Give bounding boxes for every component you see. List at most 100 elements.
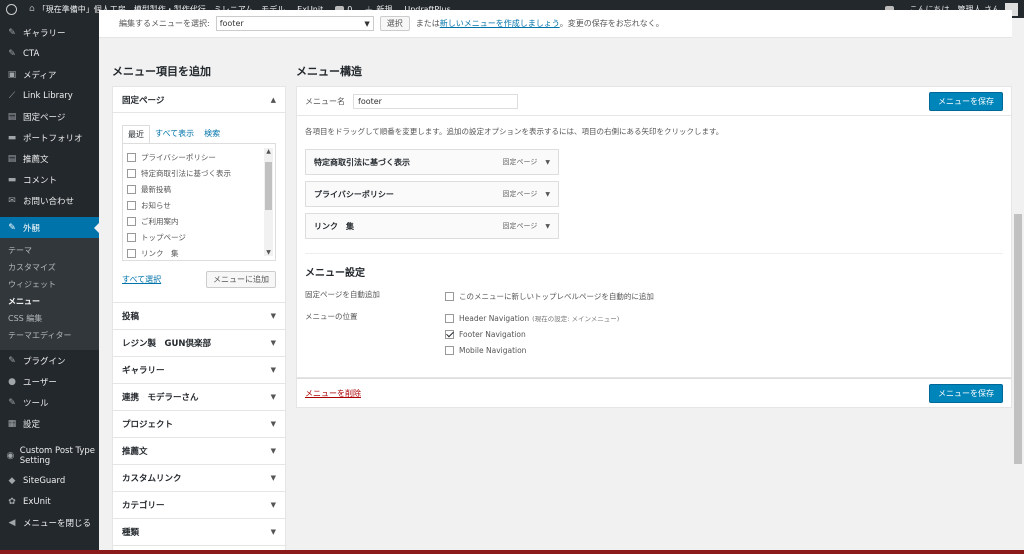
sidebar-item[interactable]: ✎ ツール: [0, 392, 99, 413]
submenu-item[interactable]: メニュー: [0, 293, 99, 310]
accordion-header[interactable]: カテゴリー ▼: [112, 492, 286, 519]
accordion-title: 投稿: [122, 312, 140, 322]
chevron-down-icon[interactable]: ▼: [545, 159, 550, 166]
sidebar-item-appearance[interactable]: ✎ 外観: [0, 217, 99, 238]
sidebar-item-label: 設定: [23, 419, 41, 430]
menu-item[interactable]: リンク 集 固定ページ ▼: [305, 213, 559, 239]
create-menu-link[interactable]: 新しいメニューを作成しましょう: [440, 18, 560, 29]
tab-search[interactable]: 検索: [199, 125, 225, 144]
sidebar-item[interactable]: ▬ ポートフォリオ: [0, 127, 99, 148]
delete-menu-link[interactable]: メニューを削除: [305, 388, 361, 399]
sidebar-icon: ✉: [8, 195, 16, 206]
sidebar-item[interactable]: ◆ SiteGuard: [0, 470, 99, 491]
menu-location-option[interactable]: Header Navigation (現在の設定: メインメニュー): [445, 311, 619, 325]
caret-down-icon: ▼: [270, 339, 276, 347]
location-checkbox[interactable]: [445, 345, 454, 355]
pages-scrollbar[interactable]: ▲ ▼: [264, 148, 273, 256]
page-checkbox-item[interactable]: リンク 集: [127, 245, 271, 260]
accordion-header[interactable]: 種類 ▼: [112, 519, 286, 546]
page-checkbox[interactable]: [127, 248, 136, 258]
sidebar-item[interactable]: ▬ コメント: [0, 169, 99, 190]
save-menu-button-top[interactable]: メニューを保存: [929, 91, 1003, 111]
accordion-header[interactable]: カスタムリンク ▼: [112, 465, 286, 492]
tab-recent[interactable]: 最近: [122, 125, 150, 144]
submenu-item[interactable]: テーマ: [0, 242, 99, 259]
accordion-header[interactable]: 連携 モデラーさん ▼: [112, 384, 286, 411]
accordion-title: 推薦文: [122, 447, 148, 457]
sidebar-item[interactable]: ✎ ギャラリー: [0, 22, 99, 43]
menu-item-title: プライバシーポリシー: [314, 189, 394, 199]
sidebar-icon: ●: [8, 376, 16, 387]
sidebar-item[interactable]: ◀ メニューを閉じる: [0, 512, 99, 533]
accordion-header[interactable]: レジン製 GUN倶楽部 ▼: [112, 330, 286, 357]
chevron-down-icon[interactable]: ▼: [545, 191, 550, 198]
sidebar-item[interactable]: ⟋ Link Library: [0, 85, 99, 106]
page-checkbox[interactable]: [127, 184, 136, 194]
sidebar-item[interactable]: ▤ 推薦文: [0, 148, 99, 169]
submenu-item[interactable]: カスタマイズ: [0, 259, 99, 276]
page-checkbox-item[interactable]: お知らせ: [127, 197, 271, 213]
accordion-header[interactable]: 投稿 ▼: [112, 303, 286, 330]
tab-view-all[interactable]: すべて表示: [150, 125, 199, 144]
menu-location-option[interactable]: Mobile Navigation: [445, 343, 619, 357]
sidebar-item[interactable]: ✎ プラグイン: [0, 350, 99, 371]
admin-sidebar: ✎ ギャラリー ✎ CTA ▣ メディア ⟋ Link Library ▤ 固定ページ ▬ ポートフォ…: [0, 18, 99, 554]
page-scrollbar[interactable]: [1012, 18, 1024, 554]
caret-down-icon: ▼: [270, 366, 276, 374]
menu-item[interactable]: プライバシーポリシー 固定ページ ▼: [305, 181, 559, 207]
location-checkbox[interactable]: [445, 329, 454, 339]
scroll-thumb[interactable]: [265, 162, 272, 210]
menu-location-option[interactable]: Footer Navigation: [445, 327, 619, 341]
sidebar-item-label: プラグイン: [23, 356, 66, 367]
select-button[interactable]: 選択: [379, 16, 410, 31]
menu-name-input[interactable]: footer: [353, 93, 518, 109]
pages-accordion-header[interactable]: 固定ページ ▲: [112, 86, 286, 113]
submenu-item[interactable]: CSS 編集: [0, 310, 99, 327]
menu-select[interactable]: footer ▼: [215, 16, 374, 31]
page-scroll-thumb[interactable]: [1014, 214, 1022, 464]
sidebar-item[interactable]: ▦ 設定: [0, 413, 99, 434]
location-note: (現在の設定: メインメニュー): [532, 315, 620, 323]
submenu-item[interactable]: テーマエディター: [0, 327, 99, 344]
page-checkbox-item[interactable]: プライバシーポリシー: [127, 149, 271, 165]
page-checkbox[interactable]: [127, 200, 136, 210]
page-checkbox[interactable]: [127, 152, 136, 162]
sidebar-icon: ▦: [7, 418, 17, 429]
auto-add-checkbox[interactable]: [445, 291, 454, 301]
sidebar-item[interactable]: ◉ Custom Post Type Setting: [0, 442, 99, 470]
sidebar-item[interactable]: ● ユーザー: [0, 371, 99, 392]
page-checkbox[interactable]: [127, 216, 136, 226]
sidebar-item[interactable]: ✉ お問い合わせ: [0, 190, 99, 211]
sidebar-item[interactable]: ✿ ExUnit: [0, 491, 99, 512]
add-to-menu-button[interactable]: メニューに追加: [206, 271, 276, 288]
sidebar-icon: ✎: [8, 355, 16, 366]
sidebar-icon: ◀: [8, 517, 16, 528]
accordion-header[interactable]: プロジェクト ▼: [112, 411, 286, 438]
location-checkbox[interactable]: [445, 313, 454, 323]
page-checkbox-item[interactable]: トップページ: [127, 229, 271, 245]
sidebar-icon: ✎: [8, 397, 16, 408]
scroll-up-icon[interactable]: ▲: [264, 148, 273, 155]
page-checkbox[interactable]: [127, 232, 136, 242]
submenu-item[interactable]: ウィジェット: [0, 276, 99, 293]
page-checkbox-item[interactable]: 特定商取引法に基づく表示: [127, 165, 271, 181]
chevron-down-icon[interactable]: ▼: [545, 223, 550, 230]
divider: [305, 253, 1003, 254]
page-checkbox-item[interactable]: 最新投稿: [127, 181, 271, 197]
sidebar-item[interactable]: ✎ CTA: [0, 43, 99, 64]
wordpress-logo-button[interactable]: [0, 0, 23, 18]
save-menu-button-bottom[interactable]: メニューを保存: [929, 383, 1003, 403]
accordion-header[interactable]: ギャラリー ▼: [112, 357, 286, 384]
menu-structure-panel: メニュー名 footer メニューを保存 各項目をドラッグして順番を変更します。…: [296, 86, 1012, 408]
auto-add-option[interactable]: このメニューに新しいトップレベルページを自動的に追加: [445, 289, 654, 303]
accordion-header[interactable]: 推薦文 ▼: [112, 438, 286, 465]
select-all-link[interactable]: すべて選択: [122, 274, 161, 285]
menu-item-title: 特定商取引法に基づく表示: [314, 157, 410, 167]
scroll-down-icon[interactable]: ▼: [264, 249, 273, 256]
sidebar-item[interactable]: ▤ 固定ページ: [0, 106, 99, 127]
page-title: 最新投稿: [141, 184, 171, 194]
menu-item[interactable]: 特定商取引法に基づく表示 固定ページ ▼: [305, 149, 559, 175]
page-checkbox[interactable]: [127, 168, 136, 178]
sidebar-item[interactable]: ▣ メディア: [0, 64, 99, 85]
page-checkbox-item[interactable]: ご利用案内: [127, 213, 271, 229]
